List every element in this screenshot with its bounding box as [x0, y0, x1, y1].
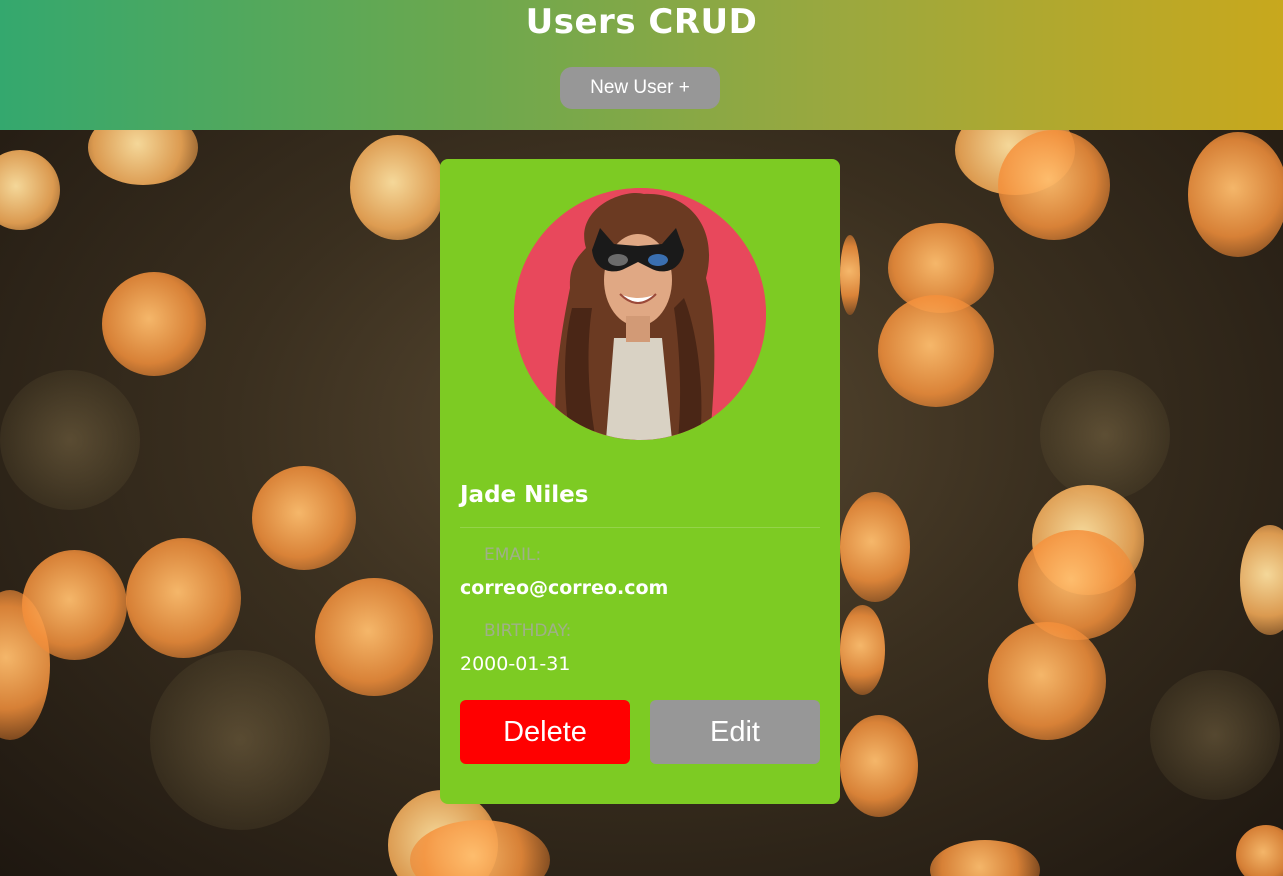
app-page: Users CRUD New User + Jade Niles EMAIL: …: [0, 0, 1283, 876]
user-card: Jade Niles EMAIL: correo@correo.com BIRT…: [440, 159, 840, 804]
bokeh-light: [840, 492, 910, 602]
new-user-button[interactable]: New User +: [560, 67, 720, 109]
bokeh-light: [22, 550, 127, 660]
bokeh-light: [840, 605, 885, 695]
bokeh-light: [315, 578, 433, 696]
bokeh-light: [1150, 670, 1280, 800]
bokeh-light: [878, 295, 994, 407]
avatar: [514, 188, 766, 440]
bokeh-light: [988, 622, 1106, 740]
birthday-value: 2000-01-31: [460, 653, 571, 675]
bokeh-light: [102, 272, 206, 376]
bokeh-light: [1040, 370, 1170, 500]
bokeh-light: [1188, 132, 1283, 257]
edit-button[interactable]: Edit: [650, 700, 820, 764]
bokeh-light: [252, 466, 356, 570]
bokeh-light: [126, 538, 241, 658]
delete-button[interactable]: Delete: [460, 700, 630, 764]
user-name: Jade Niles: [460, 482, 589, 508]
email-value: correo@correo.com: [460, 577, 669, 599]
bokeh-light: [998, 130, 1110, 240]
user-photo: [514, 188, 766, 440]
bokeh-light: [840, 715, 918, 817]
bokeh-light: [150, 650, 330, 830]
bokeh-light: [1236, 825, 1283, 876]
page-title: Users CRUD: [525, 2, 758, 42]
bokeh-light: [350, 135, 445, 240]
bokeh-light: [930, 840, 1040, 876]
bokeh-light: [88, 130, 198, 185]
bokeh-light: [1240, 525, 1283, 635]
bokeh-light: [840, 235, 860, 315]
birthday-label: BIRTHDAY:: [484, 621, 572, 641]
email-label: EMAIL:: [484, 545, 542, 565]
bokeh-light: [0, 370, 140, 510]
bokeh-light: [0, 150, 60, 230]
app-header: Users CRUD New User +: [0, 0, 1283, 130]
divider: [460, 527, 820, 528]
